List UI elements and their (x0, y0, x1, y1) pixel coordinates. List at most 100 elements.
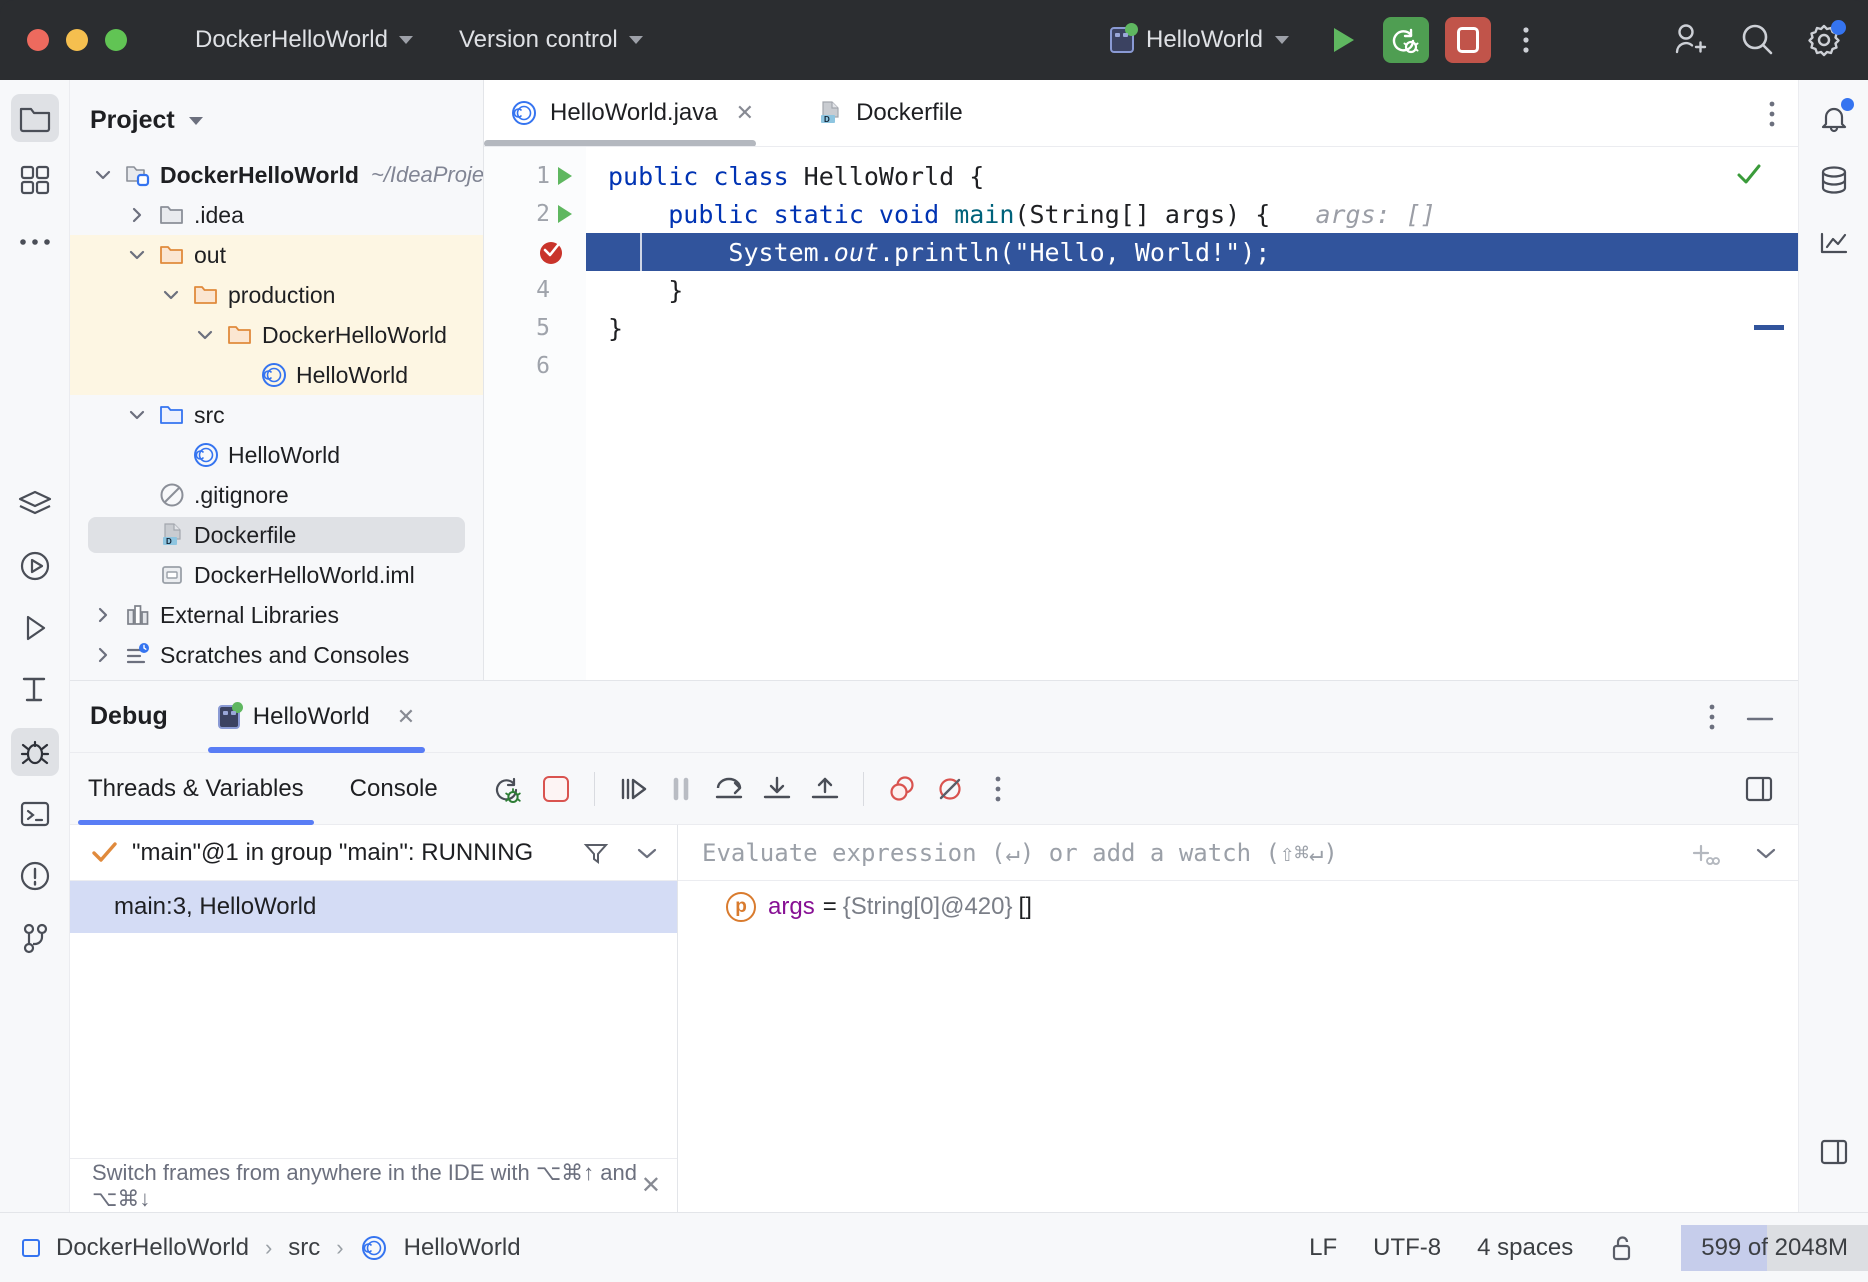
close-window-button[interactable] (27, 29, 49, 51)
window-controls[interactable] (27, 29, 127, 51)
run-gutter-icon[interactable] (558, 167, 572, 185)
code-line-2[interactable]: public static void main(String[] args) {… (586, 195, 1798, 233)
breadcrumb-item-module[interactable]: DockerHelloWorld (56, 1234, 249, 1262)
variables-dropdown-button[interactable] (1754, 845, 1778, 861)
search-button[interactable] (1734, 17, 1780, 63)
project-menu-button[interactable]: DockerHelloWorld (183, 19, 425, 61)
run-configuration-selector[interactable]: HelloWorld (1100, 20, 1299, 60)
more-options-button[interactable] (1503, 17, 1549, 63)
indent-widget[interactable]: 4 spaces (1477, 1234, 1573, 1262)
chevron-right-icon[interactable] (92, 604, 114, 626)
editor-tab-helloworld-java[interactable]: HelloWorld.java ✕ (484, 80, 768, 146)
encoding-widget[interactable]: UTF-8 (1373, 1234, 1441, 1262)
tree-toggle-arrow[interactable] (126, 404, 148, 426)
hide-debug-panel-button[interactable] (1744, 710, 1776, 724)
tree-toggle-arrow[interactable] (126, 204, 148, 226)
tree-toggle-arrow[interactable] (194, 324, 216, 346)
sidebar-item-version-control[interactable] (11, 914, 59, 962)
tree-toggle-arrow[interactable] (92, 604, 114, 626)
run-gutter-icon[interactable] (558, 205, 572, 223)
chevron-down-icon[interactable] (92, 164, 114, 186)
version-control-menu-button[interactable]: Version control (447, 19, 655, 61)
chevron-right-icon[interactable] (92, 644, 114, 666)
sidebar-item-debug[interactable] (11, 728, 59, 776)
mute-breakpoints-button[interactable] (926, 765, 974, 813)
debug-session-tab[interactable]: HelloWorld ✕ (208, 681, 425, 753)
frames-list[interactable]: main:3, HelloWorld Switch frames from an… (70, 881, 677, 1212)
tree-row-dockerhelloworld-iml[interactable]: DockerHelloWorld.iml (70, 555, 483, 595)
chevron-down-icon[interactable] (189, 117, 203, 125)
memory-indicator[interactable]: 599 of 2048M (1681, 1225, 1868, 1271)
sidebar-item-profiler[interactable] (1810, 218, 1858, 266)
tree-row-dockerhelloworld[interactable]: DockerHelloWorld (70, 315, 483, 355)
add-user-button[interactable] (1666, 17, 1712, 63)
stop-button[interactable] (532, 765, 580, 813)
evaluate-expression-input[interactable]: Evaluate expression (↵) or add a watch (… (678, 825, 1798, 881)
rerun-debug-button[interactable] (484, 765, 532, 813)
code-line-1[interactable]: public class HelloWorld { (586, 157, 1798, 195)
tree-toggle-arrow[interactable] (92, 164, 114, 186)
sidebar-item-notifications[interactable] (1810, 94, 1858, 142)
gutter-line-5[interactable]: 5 (484, 309, 586, 347)
sidebar-item-structure[interactable] (11, 156, 59, 204)
tree-toggle-arrow[interactable] (92, 644, 114, 666)
tree-row-dockerhelloworld[interactable]: DockerHelloWorld~/IdeaProje (70, 155, 483, 195)
sidebar-item-run-anything[interactable] (11, 604, 59, 652)
code-line-5[interactable]: } (586, 309, 1798, 347)
chevron-right-icon[interactable] (126, 204, 148, 226)
stop-button[interactable] (1445, 17, 1491, 63)
sidebar-item-run[interactable] (11, 542, 59, 590)
tree-row-src[interactable]: src (70, 395, 483, 435)
close-hint-button[interactable]: ✕ (641, 1171, 661, 1200)
tab-threads-and-variables[interactable]: Threads & Variables (70, 753, 322, 825)
step-over-button[interactable] (705, 765, 753, 813)
tree-row-dockerfile[interactable]: DDockerfile (70, 515, 483, 555)
settings-button[interactable] (1802, 17, 1848, 63)
breadcrumb-item-folder[interactable]: src (288, 1234, 320, 1262)
minimize-window-button[interactable] (66, 29, 88, 51)
add-watch-button[interactable] (1690, 840, 1720, 866)
code-line-6[interactable] (586, 347, 1798, 385)
code-line-3[interactable]: System.out.println("Hello, World!"); (586, 233, 1798, 271)
breakpoint-with-execution-point-icon[interactable] (536, 237, 566, 267)
variable-row[interactable]: p args = {String[0]@420} [] (678, 881, 1798, 933)
gutter-line-2[interactable]: 2 (484, 195, 586, 233)
more-debug-options-button[interactable] (974, 765, 1022, 813)
pause-program-button[interactable] (657, 765, 705, 813)
gutter-line-3[interactable] (484, 233, 586, 271)
sidebar-item-problems[interactable] (11, 852, 59, 900)
read-only-toggle[interactable] (1609, 1233, 1635, 1263)
tree-toggle-arrow[interactable] (160, 284, 182, 306)
sidebar-item-database[interactable] (1810, 156, 1858, 204)
chevron-down-icon[interactable] (194, 324, 216, 346)
code-line-4[interactable]: } (586, 271, 1798, 309)
view-breakpoints-button[interactable] (878, 765, 926, 813)
sidebar-item-terminal[interactable] (11, 790, 59, 838)
stack-frame-row[interactable]: main:3, HelloWorld (70, 881, 677, 933)
rerun-debug-button[interactable] (1383, 17, 1429, 63)
inspection-ok-checkmark-icon[interactable] (1734, 159, 1764, 189)
tree-row--idea[interactable]: .idea (70, 195, 483, 235)
step-out-button[interactable] (801, 765, 849, 813)
tree-row-production[interactable]: production (70, 275, 483, 315)
filter-threads-button[interactable] (583, 840, 609, 866)
tree-row-out[interactable]: out (70, 235, 483, 275)
gutter-line-1[interactable]: 1 (484, 157, 586, 195)
debug-panel-options-button[interactable] (1708, 703, 1716, 731)
tree-row--gitignore[interactable]: .gitignore (70, 475, 483, 515)
sidebar-item-services[interactable] (11, 480, 59, 528)
breadcrumb-item-class[interactable]: HelloWorld (404, 1234, 521, 1262)
sidebar-item-project[interactable] (11, 94, 59, 142)
line-separator-widget[interactable]: LF (1309, 1234, 1337, 1262)
debug-layout-settings-button[interactable] (1744, 774, 1774, 804)
editor-tab-dockerfile[interactable]: D Dockerfile (790, 80, 977, 146)
chevron-down-icon[interactable] (160, 284, 182, 306)
chevron-down-icon[interactable] (126, 404, 148, 426)
sidebar-item-more-tool-windows[interactable] (11, 218, 59, 266)
step-into-button[interactable] (753, 765, 801, 813)
sidebar-item-layout-settings[interactable] (1810, 1128, 1858, 1176)
tree-row-external-libraries[interactable]: External Libraries (70, 595, 483, 635)
editor-tabs-more-button[interactable] (1768, 100, 1776, 128)
editor-code[interactable]: public class HelloWorld { public static … (586, 147, 1798, 680)
run-button[interactable] (1321, 17, 1367, 63)
